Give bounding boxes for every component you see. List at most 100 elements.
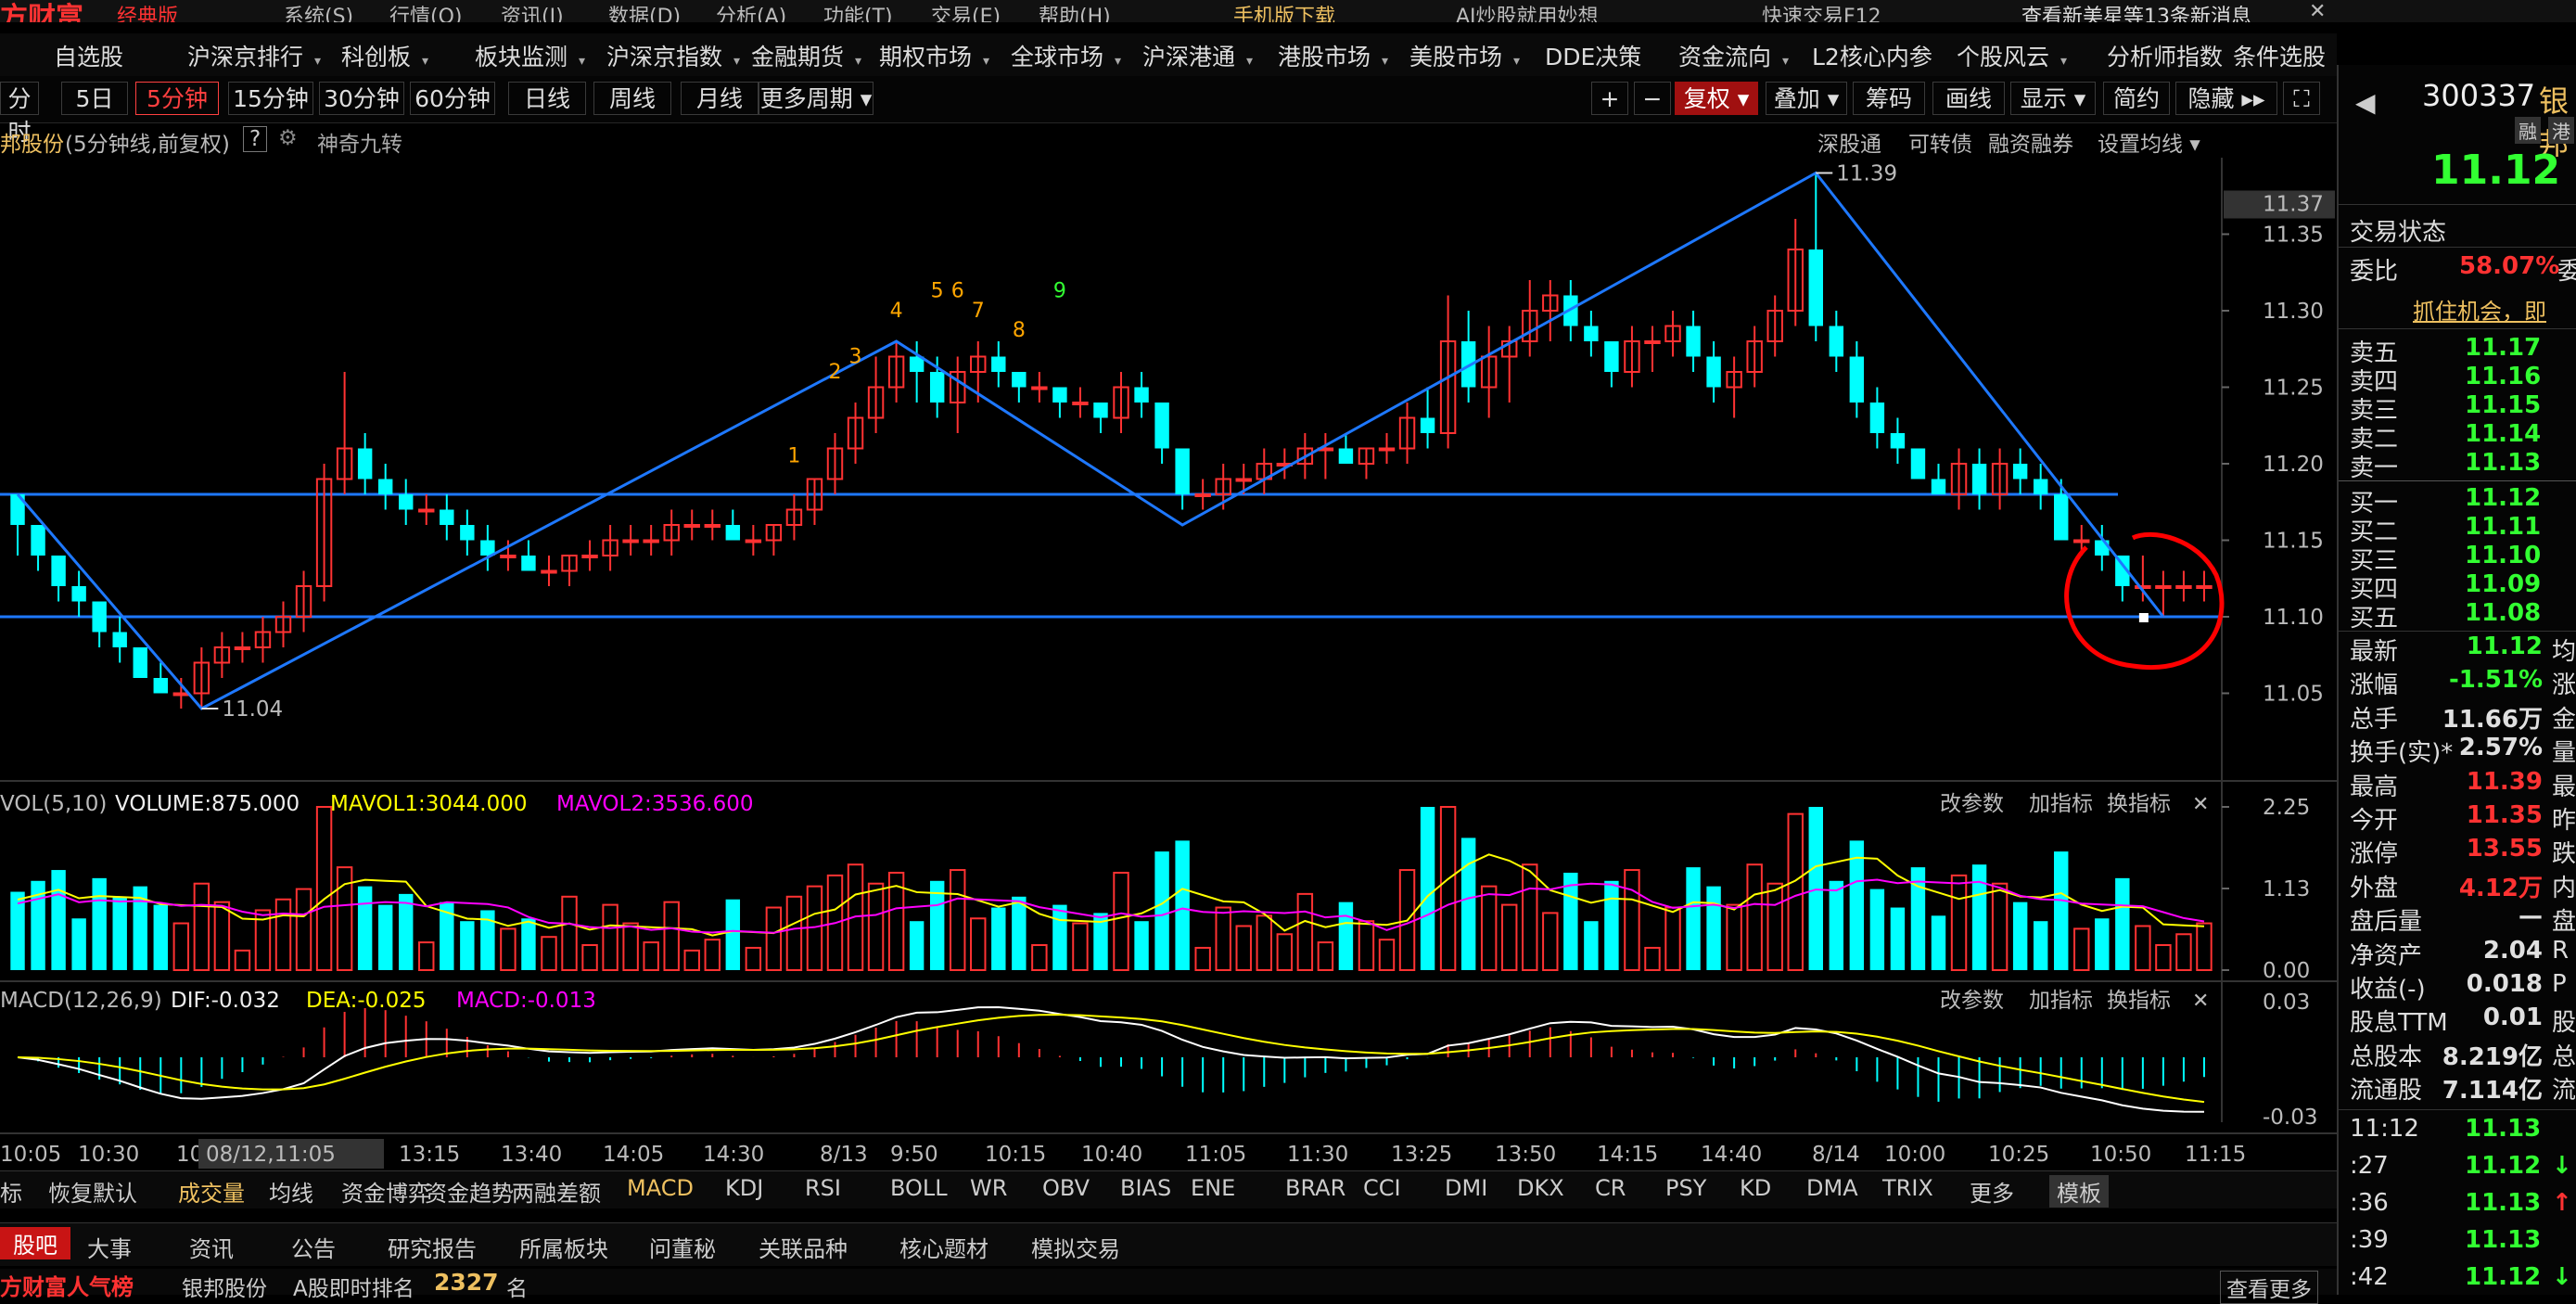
- period-6[interactable]: 日线: [508, 82, 586, 115]
- period-2[interactable]: 5分钟: [135, 82, 219, 115]
- menu-function[interactable]: 功能(T): [823, 0, 893, 22]
- indicator-10[interactable]: BOLL: [890, 1175, 948, 1201]
- nav-item-4[interactable]: 沪深京指数 ▾: [606, 39, 740, 72]
- indicator-8[interactable]: KDJ: [725, 1175, 763, 1201]
- indicator-23[interactable]: TRIX: [1882, 1175, 1933, 1201]
- nav-item-10[interactable]: 美股市场 ▾: [1409, 39, 1520, 72]
- link-margin[interactable]: 融资融券: [1988, 126, 2073, 158]
- period-9[interactable]: 更多周期 ▾: [759, 82, 874, 115]
- chart-tool-7[interactable]: 简约: [2103, 82, 2170, 115]
- indicator-19[interactable]: CR: [1595, 1175, 1626, 1201]
- nav-item-5[interactable]: 金融期货 ▾: [751, 39, 861, 72]
- kline-chart[interactable]: 11.05 11.10 11.15 11.20 11.25 11.30 11.35 11.37…: [0, 158, 2337, 1170]
- link-convertible[interactable]: 可转债: [1908, 126, 1972, 158]
- indicator-7[interactable]: MACD: [627, 1175, 694, 1201]
- nav-item-7[interactable]: 全球市场 ▾: [1011, 39, 1121, 72]
- bottom-tab-1[interactable]: 大事: [87, 1231, 132, 1263]
- nav-item-8[interactable]: 沪深港通 ▾: [1142, 39, 1253, 72]
- vol-add-indicator-button[interactable]: 加指标: [2029, 792, 2093, 816]
- nav-item-15[interactable]: 分析师指数: [2107, 39, 2234, 72]
- nav-item-14[interactable]: 个股风云 ▾: [1957, 39, 2067, 72]
- period-1[interactable]: 5日: [61, 82, 128, 115]
- help-button[interactable]: ?: [243, 126, 268, 152]
- menu-trade[interactable]: 交易(E): [931, 0, 1001, 22]
- macd-change-params-button[interactable]: 改参数: [1940, 989, 2004, 1013]
- bottom-tab-4[interactable]: 研究报告: [388, 1231, 477, 1263]
- indicator-2[interactable]: 成交量: [178, 1175, 245, 1208]
- quick-trade-button[interactable]: 快速交易F12: [1762, 0, 1881, 22]
- gear-icon[interactable]: ⚙: [278, 126, 298, 150]
- bottom-tab-9[interactable]: 模拟交易: [1031, 1231, 1120, 1263]
- period-0[interactable]: 分时: [0, 82, 39, 146]
- news-ticker[interactable]: 查看新美星等13条新消息: [2021, 0, 2251, 22]
- link-sgt[interactable]: 深股通: [1817, 126, 1881, 158]
- bottom-tab-3[interactable]: 公告: [291, 1231, 336, 1263]
- indicator-22[interactable]: DMA: [1806, 1175, 1858, 1201]
- macd-add-indicator-button[interactable]: 加指标: [2029, 989, 2093, 1013]
- indicator-21[interactable]: KD: [1740, 1175, 1771, 1201]
- indicator-1[interactable]: 恢复默认: [48, 1175, 137, 1208]
- nav-item-1[interactable]: 沪深京排行 ▾: [187, 39, 321, 72]
- indicator-18[interactable]: DKX: [1517, 1175, 1564, 1201]
- chart-tool-5[interactable]: 画线: [1932, 82, 2005, 115]
- nav-item-0[interactable]: 自选股: [54, 39, 134, 72]
- ai-button[interactable]: AI炒股就用妙想: [1456, 0, 1599, 22]
- indicator-15[interactable]: BRAR: [1285, 1175, 1345, 1201]
- feature-label[interactable]: 神奇九转: [317, 126, 402, 158]
- indicator-12[interactable]: OBV: [1042, 1175, 1090, 1201]
- nav-item-11[interactable]: DDE决策: [1545, 39, 1652, 72]
- nav-item-16[interactable]: 条件选股: [2233, 39, 2337, 72]
- bottom-tab-0[interactable]: 股吧: [0, 1227, 70, 1259]
- view-more-button[interactable]: 查看更多: [2220, 1271, 2318, 1304]
- nav-item-6[interactable]: 期权市场 ▾: [879, 39, 989, 72]
- chart-tool-3[interactable]: 叠加 ▾: [1766, 82, 1847, 115]
- indicator-16[interactable]: CCI: [1363, 1175, 1401, 1201]
- indicator-11[interactable]: WR: [970, 1175, 1007, 1201]
- vol-switch-indicator-button[interactable]: 换指标: [2107, 792, 2171, 816]
- nav-item-3[interactable]: 板块监测 ▾: [475, 39, 585, 72]
- indicator-9[interactable]: RSI: [805, 1175, 841, 1201]
- menu-analysis[interactable]: 分析(A): [716, 0, 786, 22]
- period-4[interactable]: 30分钟: [319, 82, 404, 115]
- bottom-tab-5[interactable]: 所属板块: [519, 1231, 608, 1263]
- bottom-tab-2[interactable]: 资讯: [189, 1231, 234, 1263]
- indicator-4[interactable]: 资金博弈: [341, 1175, 430, 1208]
- promo-tip[interactable]: 抓住机会，即: [2413, 293, 2546, 326]
- close-icon[interactable]: ✕: [2309, 0, 2326, 22]
- indicator-6[interactable]: 两融差额: [512, 1175, 601, 1208]
- chart-tool-2[interactable]: 复权 ▾: [1675, 82, 1758, 115]
- chart-tool-0[interactable]: +: [1591, 82, 1628, 115]
- back-arrow-icon[interactable]: ◀: [2355, 87, 2376, 118]
- menu-system[interactable]: 系统(S): [284, 0, 353, 22]
- period-8[interactable]: 月线: [681, 82, 759, 115]
- vol-change-params-button[interactable]: 改参数: [1940, 792, 2004, 816]
- menu-help[interactable]: 帮助(H): [1039, 0, 1111, 22]
- bottom-tab-6[interactable]: 问董秘: [649, 1231, 716, 1263]
- nav-item-12[interactable]: 资金流向 ▾: [1678, 39, 1789, 72]
- chart-tool-6[interactable]: 显示 ▾: [2010, 82, 2096, 115]
- bottom-tab-8[interactable]: 核心题材: [899, 1231, 988, 1263]
- indicator-0[interactable]: 标: [0, 1175, 22, 1208]
- menu-news[interactable]: 资讯(I): [501, 0, 564, 22]
- chart-tool-8[interactable]: 隐藏 ▸▸: [2175, 82, 2277, 115]
- chart-tool-4[interactable]: 筹码: [1853, 82, 1925, 115]
- macd-switch-indicator-button[interactable]: 换指标: [2107, 989, 2171, 1013]
- chart-tool-1[interactable]: −: [1634, 82, 1671, 115]
- indicator-17[interactable]: DMI: [1445, 1175, 1487, 1201]
- nav-item-2[interactable]: 科创板 ▾: [341, 39, 428, 72]
- macd-close-icon[interactable]: ✕: [2192, 990, 2209, 1013]
- indicator-5[interactable]: 资金趋势: [425, 1175, 514, 1208]
- indicator-14[interactable]: ENE: [1191, 1175, 1235, 1201]
- menu-data[interactable]: 数据(D): [608, 0, 681, 22]
- indicator-13[interactable]: BIAS: [1120, 1175, 1171, 1201]
- period-5[interactable]: 60分钟: [410, 82, 495, 115]
- period-3[interactable]: 15分钟: [228, 82, 313, 115]
- indicator-24[interactable]: 更多: [1970, 1175, 2014, 1208]
- period-7[interactable]: 周线: [593, 82, 671, 115]
- indicator-25[interactable]: 模板: [2049, 1175, 2109, 1208]
- link-ma-settings[interactable]: 设置均线 ▾: [2098, 126, 2200, 158]
- bottom-tab-7[interactable]: 关联品种: [759, 1231, 848, 1263]
- indicator-20[interactable]: PSY: [1665, 1175, 1706, 1201]
- nav-item-13[interactable]: L2核心内参: [1812, 39, 1944, 72]
- fullscreen-icon[interactable]: ⛶: [2283, 82, 2320, 115]
